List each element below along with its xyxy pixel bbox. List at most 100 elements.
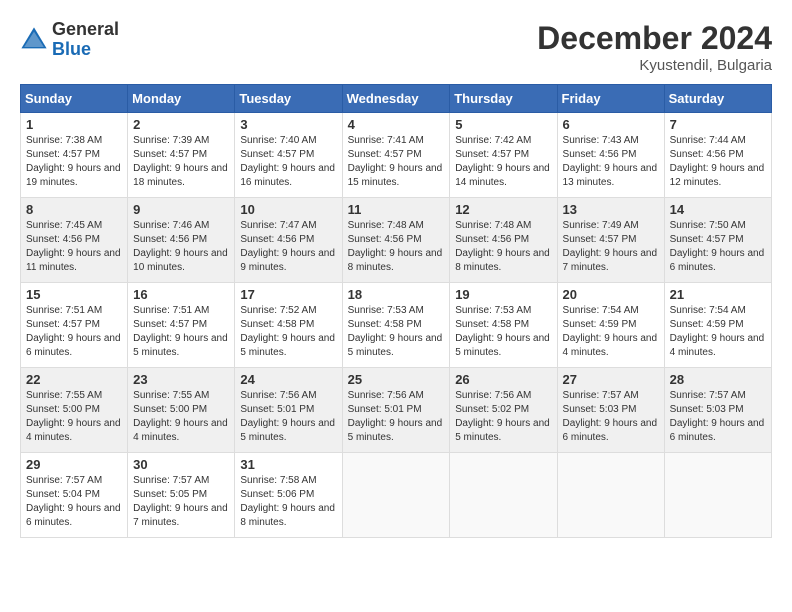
day-info: Sunrise: 7:46 AMSunset: 4:56 PMDaylight:… (133, 219, 229, 275)
day-info: Sunrise: 7:57 AMSunset: 5:05 PMDaylight:… (133, 474, 229, 530)
calendar-cell: 27 Sunrise: 7:57 AMSunset: 5:03 PMDaylig… (557, 368, 664, 453)
day-info: Sunrise: 7:45 AMSunset: 4:56 PMDaylight:… (26, 219, 122, 275)
day-number: 10 (240, 202, 336, 217)
day-number: 18 (348, 287, 445, 302)
day-info: Sunrise: 7:56 AMSunset: 5:01 PMDaylight:… (348, 389, 445, 445)
calendar-cell: 5 Sunrise: 7:42 AMSunset: 4:57 PMDayligh… (450, 113, 557, 198)
calendar-cell: 15 Sunrise: 7:51 AMSunset: 4:57 PMDaylig… (21, 283, 128, 368)
calendar-week-1: 1 Sunrise: 7:38 AMSunset: 4:57 PMDayligh… (21, 113, 772, 198)
calendar-cell: 9 Sunrise: 7:46 AMSunset: 4:56 PMDayligh… (128, 198, 235, 283)
month-year: December 2024 (537, 20, 772, 57)
weekday-header-thursday: Thursday (450, 85, 557, 113)
day-number: 1 (26, 117, 122, 132)
calendar-cell: 31 Sunrise: 7:58 AMSunset: 5:06 PMDaylig… (235, 453, 342, 538)
day-number: 2 (133, 117, 229, 132)
day-number: 19 (455, 287, 551, 302)
day-info: Sunrise: 7:51 AMSunset: 4:57 PMDaylight:… (133, 304, 229, 360)
day-info: Sunrise: 7:56 AMSunset: 5:02 PMDaylight:… (455, 389, 551, 445)
header: General Blue December 2024 Kyustendil, B… (20, 20, 772, 74)
day-info: Sunrise: 7:53 AMSunset: 4:58 PMDaylight:… (348, 304, 445, 360)
day-info: Sunrise: 7:54 AMSunset: 4:59 PMDaylight:… (670, 304, 766, 360)
day-number: 27 (563, 372, 659, 387)
day-info: Sunrise: 7:48 AMSunset: 4:56 PMDaylight:… (455, 219, 551, 275)
calendar-cell: 11 Sunrise: 7:48 AMSunset: 4:56 PMDaylig… (342, 198, 450, 283)
calendar-cell: 16 Sunrise: 7:51 AMSunset: 4:57 PMDaylig… (128, 283, 235, 368)
day-info: Sunrise: 7:56 AMSunset: 5:01 PMDaylight:… (240, 389, 336, 445)
calendar-cell: 14 Sunrise: 7:50 AMSunset: 4:57 PMDaylig… (664, 198, 771, 283)
day-info: Sunrise: 7:49 AMSunset: 4:57 PMDaylight:… (563, 219, 659, 275)
calendar: SundayMondayTuesdayWednesdayThursdayFrid… (20, 84, 772, 538)
day-number: 25 (348, 372, 445, 387)
calendar-cell: 28 Sunrise: 7:57 AMSunset: 5:03 PMDaylig… (664, 368, 771, 453)
calendar-cell: 4 Sunrise: 7:41 AMSunset: 4:57 PMDayligh… (342, 113, 450, 198)
day-number: 3 (240, 117, 336, 132)
weekday-header-wednesday: Wednesday (342, 85, 450, 113)
calendar-cell: 6 Sunrise: 7:43 AMSunset: 4:56 PMDayligh… (557, 113, 664, 198)
calendar-cell: 18 Sunrise: 7:53 AMSunset: 4:58 PMDaylig… (342, 283, 450, 368)
day-info: Sunrise: 7:54 AMSunset: 4:59 PMDaylight:… (563, 304, 659, 360)
calendar-cell: 26 Sunrise: 7:56 AMSunset: 5:02 PMDaylig… (450, 368, 557, 453)
calendar-week-4: 22 Sunrise: 7:55 AMSunset: 5:00 PMDaylig… (21, 368, 772, 453)
day-number: 20 (563, 287, 659, 302)
calendar-cell: 8 Sunrise: 7:45 AMSunset: 4:56 PMDayligh… (21, 198, 128, 283)
calendar-cell (450, 453, 557, 538)
location: Kyustendil, Bulgaria (537, 57, 772, 74)
logo: General Blue (20, 20, 119, 60)
logo-general: General (52, 20, 119, 40)
day-number: 21 (670, 287, 766, 302)
calendar-cell: 1 Sunrise: 7:38 AMSunset: 4:57 PMDayligh… (21, 113, 128, 198)
day-info: Sunrise: 7:55 AMSunset: 5:00 PMDaylight:… (26, 389, 122, 445)
day-info: Sunrise: 7:44 AMSunset: 4:56 PMDaylight:… (670, 134, 766, 190)
day-number: 4 (348, 117, 445, 132)
day-info: Sunrise: 7:51 AMSunset: 4:57 PMDaylight:… (26, 304, 122, 360)
day-number: 17 (240, 287, 336, 302)
title-area: December 2024 Kyustendil, Bulgaria (537, 20, 772, 74)
day-number: 31 (240, 457, 336, 472)
day-number: 14 (670, 202, 766, 217)
day-info: Sunrise: 7:58 AMSunset: 5:06 PMDaylight:… (240, 474, 336, 530)
calendar-cell (664, 453, 771, 538)
day-info: Sunrise: 7:39 AMSunset: 4:57 PMDaylight:… (133, 134, 229, 190)
day-number: 29 (26, 457, 122, 472)
day-number: 22 (26, 372, 122, 387)
day-info: Sunrise: 7:57 AMSunset: 5:03 PMDaylight:… (563, 389, 659, 445)
calendar-cell: 17 Sunrise: 7:52 AMSunset: 4:58 PMDaylig… (235, 283, 342, 368)
calendar-cell: 13 Sunrise: 7:49 AMSunset: 4:57 PMDaylig… (557, 198, 664, 283)
day-info: Sunrise: 7:57 AMSunset: 5:04 PMDaylight:… (26, 474, 122, 530)
calendar-cell: 3 Sunrise: 7:40 AMSunset: 4:57 PMDayligh… (235, 113, 342, 198)
weekday-header-sunday: Sunday (21, 85, 128, 113)
calendar-cell: 24 Sunrise: 7:56 AMSunset: 5:01 PMDaylig… (235, 368, 342, 453)
weekday-header-saturday: Saturday (664, 85, 771, 113)
day-number: 9 (133, 202, 229, 217)
weekday-header-tuesday: Tuesday (235, 85, 342, 113)
day-number: 26 (455, 372, 551, 387)
calendar-cell: 29 Sunrise: 7:57 AMSunset: 5:04 PMDaylig… (21, 453, 128, 538)
calendar-cell: 21 Sunrise: 7:54 AMSunset: 4:59 PMDaylig… (664, 283, 771, 368)
day-number: 23 (133, 372, 229, 387)
day-number: 30 (133, 457, 229, 472)
day-info: Sunrise: 7:50 AMSunset: 4:57 PMDaylight:… (670, 219, 766, 275)
calendar-cell (557, 453, 664, 538)
logo-icon (20, 26, 48, 54)
day-number: 28 (670, 372, 766, 387)
calendar-cell: 7 Sunrise: 7:44 AMSunset: 4:56 PMDayligh… (664, 113, 771, 198)
calendar-cell (342, 453, 450, 538)
day-number: 24 (240, 372, 336, 387)
day-info: Sunrise: 7:40 AMSunset: 4:57 PMDaylight:… (240, 134, 336, 190)
calendar-week-3: 15 Sunrise: 7:51 AMSunset: 4:57 PMDaylig… (21, 283, 772, 368)
logo-blue: Blue (52, 40, 119, 60)
calendar-cell: 10 Sunrise: 7:47 AMSunset: 4:56 PMDaylig… (235, 198, 342, 283)
calendar-cell: 12 Sunrise: 7:48 AMSunset: 4:56 PMDaylig… (450, 198, 557, 283)
calendar-week-5: 29 Sunrise: 7:57 AMSunset: 5:04 PMDaylig… (21, 453, 772, 538)
calendar-cell: 23 Sunrise: 7:55 AMSunset: 5:00 PMDaylig… (128, 368, 235, 453)
day-info: Sunrise: 7:38 AMSunset: 4:57 PMDaylight:… (26, 134, 122, 190)
day-number: 11 (348, 202, 445, 217)
calendar-cell: 19 Sunrise: 7:53 AMSunset: 4:58 PMDaylig… (450, 283, 557, 368)
weekday-header-monday: Monday (128, 85, 235, 113)
day-info: Sunrise: 7:52 AMSunset: 4:58 PMDaylight:… (240, 304, 336, 360)
day-info: Sunrise: 7:41 AMSunset: 4:57 PMDaylight:… (348, 134, 445, 190)
day-info: Sunrise: 7:48 AMSunset: 4:56 PMDaylight:… (348, 219, 445, 275)
day-number: 6 (563, 117, 659, 132)
day-number: 7 (670, 117, 766, 132)
day-number: 13 (563, 202, 659, 217)
